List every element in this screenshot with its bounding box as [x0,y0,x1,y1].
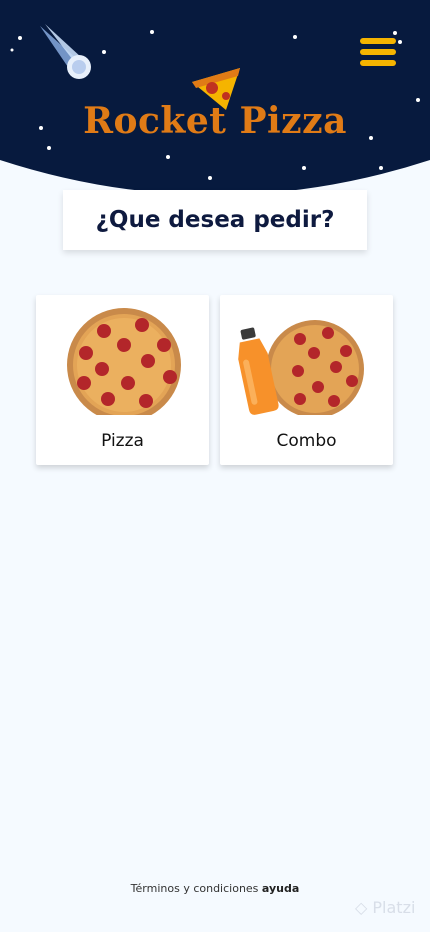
menu-bar [360,38,396,44]
option-label: Combo [276,431,337,451]
help-link[interactable]: ayuda [262,882,299,895]
platzi-watermark: ◇ Platzi [355,898,415,917]
watermark-text: Platzi [372,898,416,917]
pizza-icon [67,308,181,415]
menu-bar [360,49,396,55]
page-title: ¿Que desea pedir? [95,207,335,233]
brand-name: Rocket Pizza [83,100,347,142]
menu-bar [360,60,396,66]
title-card: ¿Que desea pedir? [63,190,367,250]
watermark-logo-icon: ◇ [355,898,368,917]
juice-and-pizza-icon [238,320,364,415]
option-combo[interactable]: Combo [220,295,393,465]
footer: Términos y condiciones ayuda [0,882,430,895]
app-header: Rocket Pizza [0,0,430,200]
hamburger-menu-icon[interactable] [360,38,396,68]
option-pizza[interactable]: Pizza [36,295,209,465]
option-label: Pizza [101,431,144,451]
terms-link[interactable]: Términos y condiciones [131,882,259,895]
